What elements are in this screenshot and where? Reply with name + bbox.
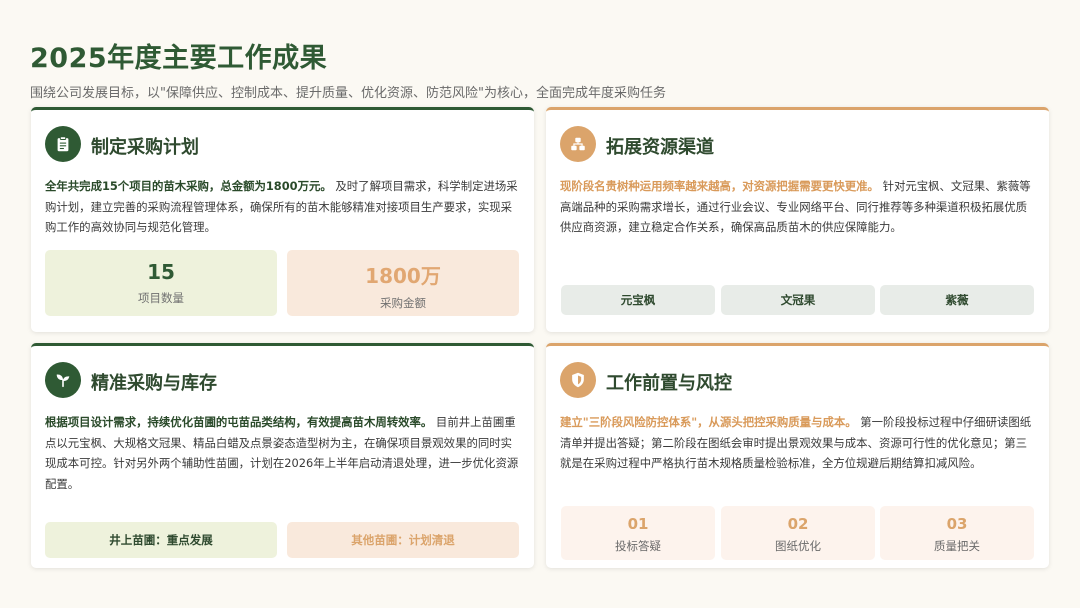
nursery-status-develop: 井上苗圃：重点发展: [45, 522, 277, 558]
step-number: 03: [946, 515, 968, 533]
card-body: 建立"三阶段风险防控体系"，从源头把控采购质量与成本。 第一阶段投标过程中仔细研…: [560, 412, 1038, 474]
card-body: 现阶段名贵树种运用频率越来越高，对资源把握需要更快更准。 针对元宝枫、文冠果、紫…: [560, 176, 1038, 238]
clipboard-icon: [45, 126, 81, 162]
stat-value: 1800万: [365, 264, 441, 288]
stat-value: 15: [147, 260, 175, 284]
card-highlight: 全年共完成15个项目的苗木采购，总金额为1800万元。: [45, 179, 332, 193]
stat-label: 采购金额: [380, 296, 426, 310]
card-title: 工作前置与风控: [606, 373, 732, 394]
card-highlight: 建立"三阶段风险防控体系"，从源头把控采购质量与成本。: [560, 415, 857, 429]
card-body: 全年共完成15个项目的苗木采购，总金额为1800万元。 及时了解项目需求，科学制…: [45, 176, 523, 238]
tag-variety: 元宝枫: [561, 285, 715, 315]
risk-step: 02 图纸优化: [721, 506, 875, 560]
risk-step: 03 质量把关: [880, 506, 1034, 560]
risk-step: 01 投标答疑: [561, 506, 715, 560]
card-resource-channels: 拓展资源渠道 现阶段名贵树种运用频率越来越高，对资源把握需要更快更准。 针对元宝…: [546, 107, 1049, 332]
step-label: 图纸优化: [775, 539, 821, 553]
page-title: 2025年度主要工作成果: [30, 43, 328, 74]
step-number: 02: [787, 515, 809, 533]
card-title: 制定采购计划: [91, 137, 199, 158]
card-highlight: 根据项目设计需求，持续优化苗圃的屯苗品类结构，有效提高苗木周转效率。: [45, 415, 433, 429]
card-title: 拓展资源渠道: [606, 137, 714, 158]
card-risk-control: 工作前置与风控 建立"三阶段风险防控体系"，从源头把控采购质量与成本。 第一阶段…: [546, 343, 1049, 568]
card-procurement-plan: 制定采购计划 全年共完成15个项目的苗木采购，总金额为1800万元。 及时了解项…: [31, 107, 534, 332]
network-icon: [560, 126, 596, 162]
page-subtitle: 围绕公司发展目标，以"保障供应、控制成本、提升质量、优化资源、防范风险"为核心，…: [30, 86, 666, 101]
step-number: 01: [627, 515, 649, 533]
stat-purchase-amount: 1800万 采购金额: [287, 250, 519, 316]
sprout-icon: [45, 362, 81, 398]
shield-icon: [560, 362, 596, 398]
card-highlight: 现阶段名贵树种运用频率越来越高，对资源把握需要更快更准。: [560, 179, 879, 193]
tag-variety: 文冠果: [721, 285, 875, 315]
step-label: 投标答疑: [615, 539, 661, 553]
nursery-status-clear: 其他苗圃：计划清退: [287, 522, 519, 558]
step-label: 质量把关: [934, 539, 980, 553]
stat-label: 项目数量: [138, 291, 184, 305]
card-body: 根据项目设计需求，持续优化苗圃的屯苗品类结构，有效提高苗木周转效率。 目前井上苗…: [45, 412, 523, 494]
card-title: 精准采购与库存: [91, 373, 217, 394]
card-precise-procurement: 精准采购与库存 根据项目设计需求，持续优化苗圃的屯苗品类结构，有效提高苗木周转效…: [31, 343, 534, 568]
tag-variety: 紫薇: [880, 285, 1034, 315]
stat-project-count: 15 项目数量: [45, 250, 277, 316]
